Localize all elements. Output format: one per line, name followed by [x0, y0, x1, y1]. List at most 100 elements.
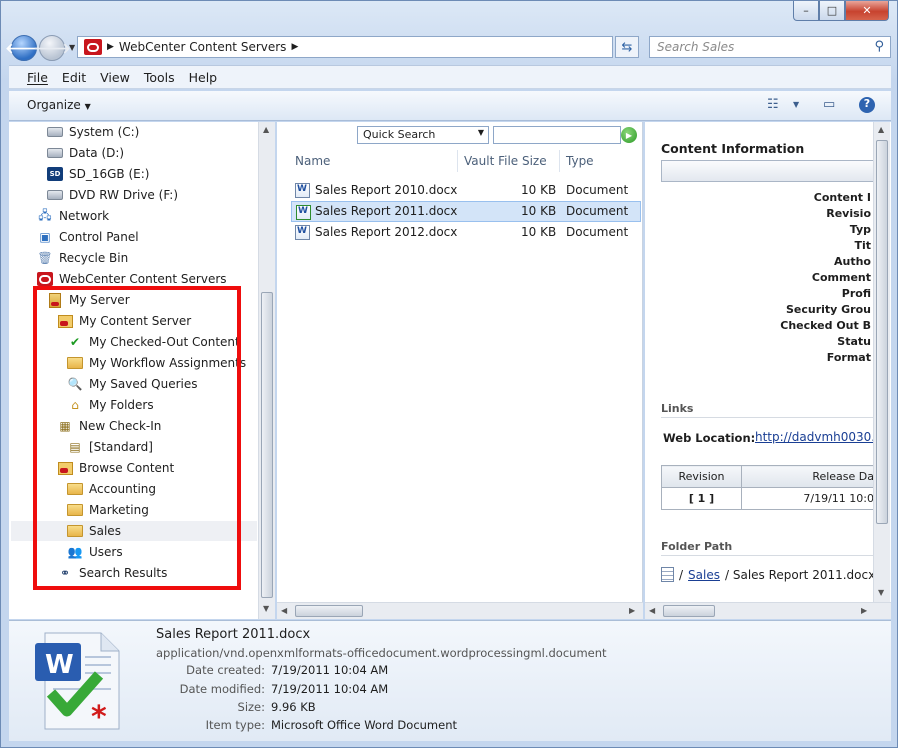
- file-name: Sales Report 2010.docx: [315, 183, 458, 197]
- scroll-up-icon[interactable]: ▲: [263, 125, 269, 134]
- folder-icon: [67, 523, 83, 539]
- menu-help[interactable]: Help: [189, 70, 218, 88]
- tree-item-webcenter-content-servers[interactable]: WebCenter Content Servers: [37, 269, 227, 289]
- details-pane: W * Sales Report 2011.docx application/v…: [9, 620, 891, 741]
- scroll-left-icon[interactable]: ◀: [281, 606, 287, 615]
- menu-view[interactable]: View: [100, 70, 130, 88]
- menu-edit[interactable]: Edit: [62, 70, 86, 88]
- info-pane-scrollbar[interactable]: ▲ ▼: [873, 122, 890, 602]
- view-options-icon[interactable]: ☷: [767, 97, 779, 112]
- oracle-icon: [84, 39, 102, 55]
- form-icon: ▤: [69, 440, 81, 454]
- web-location-label: Web Location:: [663, 431, 756, 445]
- organize-button[interactable]: Organize ▼: [27, 98, 91, 112]
- file-row-selected[interactable]: Sales Report 2011.docx 10 KB Document: [291, 201, 641, 222]
- file-type: Document: [566, 183, 629, 197]
- tree-item-network[interactable]: 🖧 Network: [37, 206, 109, 226]
- tree-item-my-workflow-assignments[interactable]: My Workflow Assignments: [67, 353, 246, 373]
- scrollbar-thumb[interactable]: [663, 605, 715, 617]
- tree-item-dvd-drive[interactable]: DVD RW Drive (F:): [47, 185, 178, 205]
- field-label: Format: [826, 351, 871, 364]
- file-list-horizontal-scrollbar[interactable]: ◀ ▶: [277, 602, 643, 619]
- tree-item-users[interactable]: 👥 Users: [67, 542, 123, 562]
- revision-header[interactable]: Revision: [661, 465, 742, 488]
- search-input[interactable]: Search Sales ⚲: [649, 36, 891, 58]
- info-pane-horizontal-scrollbar[interactable]: ◀ ▶: [645, 602, 891, 619]
- column-header-type[interactable]: Type: [566, 154, 594, 168]
- tree-item-sd-card[interactable]: SD SD_16GB (E:): [47, 164, 149, 184]
- chevron-down-icon: ▼: [477, 128, 484, 137]
- menu-file[interactable]: File: [27, 70, 48, 88]
- scroll-right-icon[interactable]: ▶: [629, 606, 635, 615]
- home-folder-icon: ⌂: [71, 398, 79, 412]
- tree-item-system-c[interactable]: System (C:): [47, 122, 139, 142]
- tree-item-my-folders[interactable]: ⌂ My Folders: [67, 395, 153, 415]
- tree-item-my-server[interactable]: My Server: [47, 290, 130, 310]
- folder-path-link[interactable]: Sales: [688, 568, 720, 582]
- column-divider[interactable]: [457, 150, 458, 172]
- minimize-button[interactable]: –: [793, 1, 819, 21]
- tree-item-marketing[interactable]: Marketing: [67, 500, 149, 520]
- nav-pane-scrollbar[interactable]: ▲ ▼: [258, 122, 275, 619]
- tree-label: Accounting: [89, 482, 157, 496]
- address-bar[interactable]: ▶ WebCenter Content Servers ▶: [77, 36, 613, 58]
- tree-item-new-check-in[interactable]: ▦ New Check-In: [57, 416, 161, 436]
- content-information-toolbar: [661, 160, 877, 182]
- scroll-down-icon[interactable]: ▼: [263, 604, 269, 613]
- revision-cell[interactable]: [ 1 ]: [661, 487, 742, 510]
- forward-button[interactable]: 🡒: [33, 35, 71, 61]
- tree-item-control-panel[interactable]: ▣ Control Panel: [37, 227, 138, 247]
- window-caption-buttons: – □ ✕: [793, 1, 889, 21]
- menu-tools[interactable]: Tools: [144, 70, 175, 88]
- refresh-button[interactable]: ⇆: [615, 36, 639, 58]
- scrollbar-thumb[interactable]: [261, 292, 273, 598]
- file-size: 10 KB: [521, 183, 557, 197]
- file-row[interactable]: Sales Report 2012.docx 10 KB Document: [291, 222, 641, 243]
- detail-value: Microsoft Office Word Document: [271, 718, 458, 732]
- scroll-left-icon[interactable]: ◀: [649, 606, 655, 615]
- navigation-pane: System (C:) Data (D:) SD SD_16GB (E:) DVD…: [9, 122, 275, 619]
- tree-item-sales[interactable]: Sales: [11, 521, 257, 541]
- field-label: Typ: [849, 223, 871, 236]
- breadcrumb-item[interactable]: WebCenter Content Servers: [119, 40, 287, 54]
- scrollbar-thumb[interactable]: [876, 140, 888, 524]
- tree-item-search-results[interactable]: ⚭ Search Results: [57, 563, 167, 583]
- column-divider[interactable]: [559, 150, 560, 172]
- field-label: Profi: [841, 287, 871, 300]
- help-icon[interactable]: ?: [859, 97, 875, 113]
- selected-file-name: Sales Report 2011.docx: [156, 627, 311, 642]
- close-button[interactable]: ✕: [845, 1, 889, 21]
- go-button[interactable]: ▶: [621, 127, 637, 143]
- word-document-icon: [295, 225, 310, 240]
- quick-search-input[interactable]: [493, 126, 621, 144]
- scroll-down-icon[interactable]: ▼: [878, 588, 884, 597]
- preview-pane-icon[interactable]: ▭: [823, 97, 835, 112]
- column-header-vault-file-size[interactable]: Vault File Size: [464, 154, 547, 168]
- breadcrumb-arrow-icon[interactable]: ▶: [107, 42, 114, 52]
- tree-item-data-d[interactable]: Data (D:): [47, 143, 124, 163]
- column-header-name[interactable]: Name: [295, 154, 330, 168]
- tree-item-my-content-server[interactable]: My Content Server: [57, 311, 191, 331]
- tree-item-browse-content[interactable]: Browse Content: [57, 458, 174, 478]
- tree-item-my-saved-queries[interactable]: 🔍 My Saved Queries: [67, 374, 198, 394]
- scrollbar-thumb[interactable]: [295, 605, 363, 617]
- file-row[interactable]: Sales Report 2010.docx 10 KB Document: [291, 180, 641, 201]
- tree-item-recycle-bin[interactable]: 🗑 Recycle Bin: [37, 248, 128, 268]
- tree-item-my-checked-out-content[interactable]: ✔ My Checked-Out Content: [67, 332, 240, 352]
- recent-pages-dropdown-icon[interactable]: ▼: [69, 43, 75, 52]
- release-date-header[interactable]: Release Da: [741, 465, 877, 488]
- scroll-right-icon[interactable]: ▶: [861, 606, 867, 615]
- scroll-up-icon[interactable]: ▲: [878, 125, 884, 134]
- tree-item-standard[interactable]: ▤ [Standard]: [67, 437, 153, 457]
- tree-label: New Check-In: [79, 419, 162, 433]
- file-size: 10 KB: [521, 225, 557, 239]
- search-icon[interactable]: ⚲: [874, 39, 884, 54]
- quick-search-dropdown[interactable]: Quick Search ▼: [357, 126, 489, 144]
- breadcrumb-arrow-icon[interactable]: ▶: [291, 42, 298, 52]
- tree-label: My Server: [69, 293, 130, 307]
- maximize-button[interactable]: □: [819, 1, 845, 21]
- web-location-link[interactable]: http://dadvmh0030.u: [755, 430, 873, 444]
- file-name: Sales Report 2011.docx: [315, 204, 458, 218]
- view-dropdown-icon[interactable]: ▼: [793, 100, 799, 109]
- tree-item-accounting[interactable]: Accounting: [67, 479, 156, 499]
